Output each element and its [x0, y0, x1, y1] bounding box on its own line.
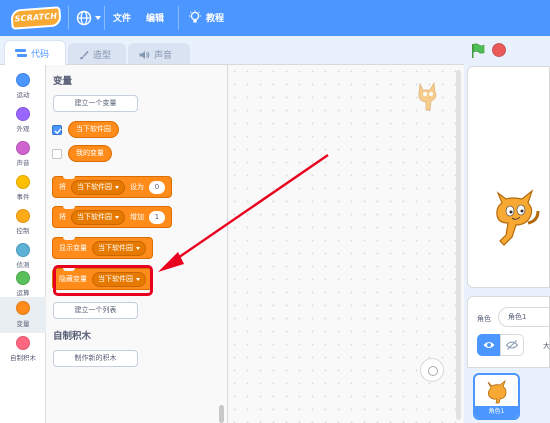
block-text: 设为: [130, 183, 144, 191]
make-block-button[interactable]: 制作新的积木: [53, 350, 138, 367]
category-motion[interactable]: 运动: [0, 70, 46, 104]
category-label: 运算: [16, 289, 30, 297]
my-blocks-heading: 自制积木: [53, 331, 92, 342]
hide-sprite-button[interactable]: [500, 334, 524, 356]
highlight-box: [53, 265, 153, 296]
category-my-blocks[interactable]: 自制积木: [0, 333, 46, 367]
category-dot: [16, 141, 30, 155]
show-sprite-button[interactable]: [477, 334, 501, 356]
chevron-down-icon: [136, 246, 140, 250]
code-icon: [15, 49, 27, 57]
sprite-info-panel: 角色 角色1 大: [467, 296, 550, 368]
category-control[interactable]: 控制: [0, 206, 46, 240]
menu-bar: SCRATCH 文件 编辑 教程: [0, 0, 550, 36]
tab-code[interactable]: 代码: [4, 40, 66, 65]
sprite-label: 角色: [477, 315, 491, 323]
chevron-down-icon: [115, 215, 119, 219]
category-dot: [16, 336, 30, 350]
green-flag-icon[interactable]: [471, 43, 485, 59]
menu-tutorials[interactable]: 教程: [206, 11, 224, 24]
stop-icon[interactable]: [492, 43, 506, 57]
tab-costumes[interactable]: 造型: [68, 43, 126, 65]
speaker-icon: [139, 50, 150, 59]
category-looks[interactable]: 外观: [0, 104, 46, 138]
variable-dropdown[interactable]: 当下软件园: [92, 240, 146, 256]
block-categories: 运动 外观 声音 事件 控制 侦测 运算 变量 自制积木: [0, 64, 46, 423]
category-dot: [16, 73, 30, 87]
value-input[interactable]: 0: [149, 180, 165, 194]
chevron-down-icon: [115, 185, 119, 189]
show-variable-block[interactable]: 显示变量 当下软件园: [52, 237, 153, 259]
block-text: 增加: [130, 213, 144, 221]
block-text: 将: [59, 213, 66, 221]
set-variable-block[interactable]: 将 当下软件园 设为 0: [52, 176, 172, 198]
variables-heading: 变量: [53, 76, 73, 87]
variable-reporter[interactable]: 当下软件园: [68, 121, 119, 138]
sprite-tile-label: 角色1: [475, 406, 518, 418]
dropdown-value: 当下软件园: [77, 183, 112, 191]
stage[interactable]: [467, 66, 550, 288]
variable-checkbox[interactable]: [52, 149, 62, 159]
category-label: 变量: [16, 320, 30, 328]
category-variables[interactable]: 变量: [0, 297, 46, 333]
category-label: 自制积木: [10, 354, 36, 362]
chevron-down-icon[interactable]: [95, 16, 101, 20]
tab-sounds[interactable]: 声音: [128, 43, 190, 65]
variable-checkbox[interactable]: [52, 125, 62, 135]
check-icon: [54, 128, 62, 135]
sprite-cat-watermark: [418, 81, 437, 111]
category-dot: [16, 301, 30, 315]
eye-slash-icon: [506, 340, 518, 350]
category-label: 运动: [16, 91, 30, 99]
category-dot: [16, 271, 30, 285]
tab-sounds-label: 声音: [154, 51, 173, 61]
eye-icon: [483, 342, 495, 348]
category-events[interactable]: 事件: [0, 172, 46, 206]
menu-divider: [104, 6, 105, 30]
menu-divider: [178, 6, 179, 30]
category-label: 事件: [16, 193, 30, 201]
editor-tabs: 代码 造型 声音: [0, 36, 465, 65]
category-sound[interactable]: 声音: [0, 138, 46, 172]
category-label: 声音: [16, 159, 30, 167]
brush-icon: [79, 50, 89, 59]
variable-dropdown[interactable]: 当下软件园: [71, 179, 125, 195]
stage-controls: [465, 36, 550, 66]
make-variable-button[interactable]: 建立一个变量: [53, 95, 138, 112]
category-dot: [16, 209, 30, 223]
menu-divider: [68, 6, 69, 30]
menu-edit[interactable]: 编辑: [146, 11, 164, 24]
zoom-reset-button[interactable]: [420, 358, 444, 382]
sprite-tile[interactable]: 角色1: [473, 373, 520, 420]
block-text: 显示变量: [59, 244, 87, 252]
dropdown-value: 当下软件园: [77, 213, 112, 221]
lightbulb-icon[interactable]: [188, 10, 202, 26]
size-label: 大: [543, 342, 550, 350]
globe-icon[interactable]: [76, 10, 92, 26]
category-dot: [16, 243, 30, 257]
sprite-thumbnail: [487, 380, 507, 404]
dropdown-value: 当下软件园: [98, 244, 133, 252]
make-list-button[interactable]: 建立一个列表: [53, 302, 138, 319]
sprite-name-input[interactable]: 角色1: [498, 307, 550, 327]
category-label: 外观: [16, 125, 30, 133]
sprite-cat[interactable]: [488, 185, 542, 249]
category-label: 控制: [16, 227, 30, 235]
block-palette: 变量 建立一个变量 当下软件园 我的变量 将 当下软件园 设为 0 将 当下软件…: [46, 64, 228, 423]
block-text: 将: [59, 183, 66, 191]
code-area-scrollbar[interactable]: [456, 70, 461, 420]
category-dot: [16, 107, 30, 121]
category-dot: [16, 175, 30, 189]
variable-reporter[interactable]: 我的变量: [68, 145, 112, 162]
tab-code-label: 代码: [31, 49, 50, 60]
tab-costumes-label: 造型: [93, 51, 112, 61]
scratch-logo[interactable]: SCRATCH: [10, 6, 62, 30]
value-input[interactable]: 1: [149, 210, 165, 224]
palette-scrollbar[interactable]: [219, 405, 224, 423]
menu-file[interactable]: 文件: [113, 11, 131, 24]
variable-dropdown[interactable]: 当下软件园: [71, 209, 125, 225]
change-variable-block[interactable]: 将 当下软件园 增加 1: [52, 206, 172, 228]
